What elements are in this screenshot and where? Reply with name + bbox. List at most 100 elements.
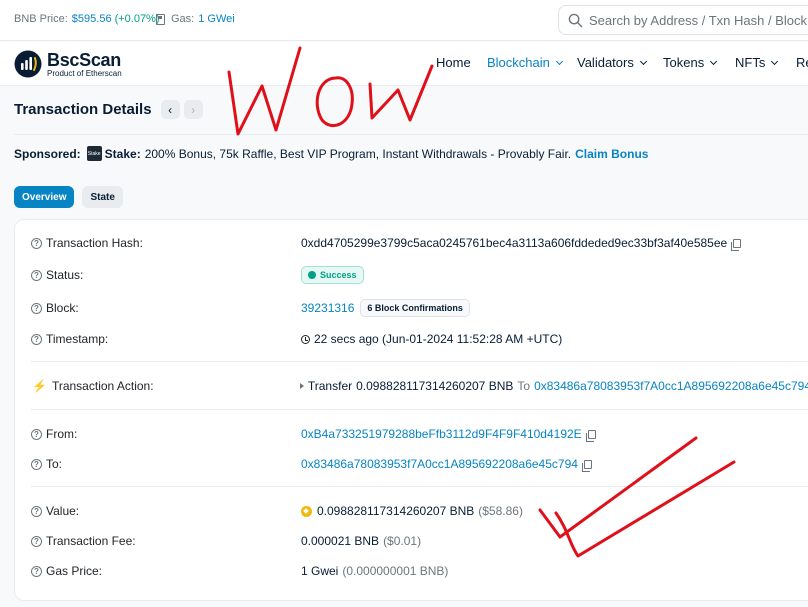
confirmations-badge: 6 Block Confirmations bbox=[360, 299, 470, 317]
sponsored-banner: Sponsored: Stake Stake: 200% Bonus, 75k … bbox=[14, 146, 648, 161]
timestamp-value: 22 secs ago (Jun-01-2024 11:52:28 AM +UT… bbox=[314, 332, 563, 346]
chevron-down-icon bbox=[771, 57, 779, 65]
logo-subtitle: Product of Etherscan bbox=[47, 68, 122, 78]
nav-blockchain-label: Blockchain bbox=[487, 55, 550, 70]
row-transaction-fee: ? Transaction Fee: 0.000021 BNB ($0.01) bbox=[31, 532, 808, 550]
bnb-price-label: BNB Price: bbox=[14, 13, 68, 25]
help-icon[interactable]: ? bbox=[31, 535, 42, 547]
gas-value[interactable]: 1 GWei bbox=[198, 13, 234, 25]
gas-price-bnb: (0.000000001 BNB) bbox=[342, 564, 449, 578]
logo-name: BscScan bbox=[47, 49, 121, 70]
nav-home-label: Home bbox=[436, 55, 471, 70]
nav-tokens[interactable]: Tokens bbox=[663, 55, 735, 70]
help-icon[interactable]: ? bbox=[31, 237, 42, 249]
row-value: ? Value: 0.098828117314260207 BNB ($58.86) bbox=[31, 502, 808, 520]
action-to-word: To bbox=[517, 379, 531, 393]
bscscan-logo[interactable]: BscScan Product of Etherscan bbox=[14, 50, 122, 78]
to-address-link[interactable]: 0x83486a78083953f7A0cc1A895692208a6e45c7… bbox=[301, 457, 578, 471]
search-box bbox=[558, 5, 808, 35]
help-icon[interactable]: ? bbox=[31, 428, 42, 440]
fee-amount: 0.000021 BNB bbox=[301, 534, 380, 548]
chevron-down-icon bbox=[555, 57, 563, 65]
nav-resources-label: Re bbox=[796, 55, 808, 70]
nav-resources[interactable]: Re bbox=[796, 55, 808, 70]
action-to-address-link[interactable]: 0x83486a78083953f7A0cc1A895692208a6e45c7… bbox=[534, 379, 808, 393]
nav-home[interactable]: Home bbox=[436, 55, 487, 70]
value-label: Value: bbox=[46, 504, 80, 518]
title-divider bbox=[14, 134, 808, 135]
help-icon[interactable]: ? bbox=[31, 302, 42, 314]
nav-nfts[interactable]: NFTs bbox=[735, 55, 796, 70]
from-address-link[interactable]: 0xB4a733251979288beFfb3112d9F4F9F410d419… bbox=[301, 427, 582, 441]
bscscan-logo-icon bbox=[14, 50, 42, 78]
row-timestamp: ? Timestamp: 22 secs ago (Jun-01-2024 11:… bbox=[31, 330, 808, 348]
transaction-details-card: ? Transaction Hash: 0xdd4705299e3799c5aca… bbox=[14, 219, 808, 601]
row-transaction-hash: ? Transaction Hash: 0xdd4705299e3799c5aca… bbox=[31, 234, 808, 252]
caret-right-icon bbox=[299, 383, 304, 389]
copy-icon[interactable] bbox=[731, 238, 742, 251]
lightning-icon: ⚡ bbox=[32, 379, 47, 393]
sponsor-name: Stake: bbox=[104, 146, 141, 161]
fee-usd: ($0.01) bbox=[383, 534, 422, 548]
bnb-price-change: (+0.07%) bbox=[114, 13, 160, 25]
help-icon[interactable]: ? bbox=[31, 565, 42, 577]
nav-nfts-label: NFTs bbox=[735, 55, 766, 70]
nav-validators[interactable]: Validators bbox=[577, 55, 663, 70]
copy-icon[interactable] bbox=[581, 459, 592, 472]
page-title: Transaction Details bbox=[14, 101, 152, 118]
value-usd: ($58.86) bbox=[478, 504, 523, 518]
sponsored-label: Sponsored: bbox=[14, 146, 81, 161]
help-icon[interactable]: ? bbox=[31, 505, 42, 517]
gas-tracker: Gas: 1 GWei bbox=[156, 13, 235, 25]
nav-blockchain[interactable]: Blockchain bbox=[487, 55, 577, 70]
action-amount: 0.098828117314260207 BNB bbox=[356, 379, 514, 393]
next-transaction-button[interactable]: › bbox=[183, 100, 203, 119]
block-number-link[interactable]: 39231316 bbox=[301, 301, 354, 315]
row-block: ? Block: 39231316 6 Block Confirmations bbox=[31, 299, 808, 317]
help-icon[interactable]: ? bbox=[31, 333, 42, 345]
tab-state[interactable]: State bbox=[82, 186, 123, 208]
gas-label: Gas: bbox=[171, 13, 195, 25]
sponsor-text: 200% Bonus, 75k Raffle, Best VIP Program… bbox=[144, 146, 572, 161]
help-icon[interactable]: ? bbox=[31, 269, 42, 281]
search-icon bbox=[568, 13, 583, 28]
row-transaction-action: ⚡ Transaction Action: Transfer 0.09882811… bbox=[31, 377, 808, 395]
bnb-price-value[interactable]: $595.56 bbox=[72, 13, 112, 25]
chevron-down-icon bbox=[710, 57, 718, 65]
section-divider bbox=[31, 409, 808, 410]
search-input[interactable] bbox=[589, 9, 808, 31]
site-header: BscScan Product of Etherscan Home Blockc… bbox=[0, 42, 808, 86]
bnb-price: BNB Price: $595.56 (+0.07%) bbox=[14, 13, 160, 25]
check-circle-icon bbox=[308, 271, 316, 279]
prev-transaction-button[interactable]: ‹ bbox=[160, 100, 180, 119]
row-status: ? Status: Success bbox=[31, 266, 808, 284]
claim-bonus-link[interactable]: Claim Bonus bbox=[575, 147, 648, 161]
stake-logo-icon: Stake bbox=[86, 146, 102, 161]
help-icon[interactable]: ? bbox=[31, 458, 42, 470]
status-text: Success bbox=[320, 270, 357, 280]
from-label: From: bbox=[46, 427, 78, 441]
hash-label: Transaction Hash: bbox=[46, 236, 143, 250]
copy-icon[interactable] bbox=[585, 429, 596, 442]
chevron-down-icon bbox=[639, 57, 647, 65]
section-divider bbox=[31, 486, 808, 487]
tab-overview[interactable]: Overview bbox=[14, 186, 75, 208]
status-label: Status: bbox=[46, 268, 84, 282]
row-gas-price: ? Gas Price: 1 Gwei (0.000000001 BNB) bbox=[31, 562, 808, 580]
value-amount: 0.098828117314260207 BNB bbox=[317, 504, 475, 518]
to-label: To: bbox=[46, 457, 63, 471]
gas-price-amount: 1 Gwei bbox=[301, 564, 339, 578]
action-verb: Transfer bbox=[307, 379, 353, 393]
gas-pump-icon bbox=[156, 13, 165, 25]
nav-validators-label: Validators bbox=[577, 55, 634, 70]
section-divider bbox=[31, 361, 808, 362]
hash-value: 0xdd4705299e3799c5aca0245761bec4a3113a60… bbox=[301, 236, 728, 250]
nav-tokens-label: Tokens bbox=[663, 55, 705, 70]
page-title-row: Transaction Details ‹ › bbox=[14, 100, 203, 119]
block-label: Block: bbox=[46, 301, 79, 315]
bnb-coin-icon bbox=[301, 505, 312, 517]
action-label: Transaction Action: bbox=[51, 379, 154, 393]
row-from: ? From: 0xB4a733251979288beFfb3112d9F4F9F… bbox=[31, 425, 808, 443]
detail-tabs: Overview State bbox=[14, 186, 131, 208]
gas-price-label: Gas Price: bbox=[46, 564, 103, 578]
